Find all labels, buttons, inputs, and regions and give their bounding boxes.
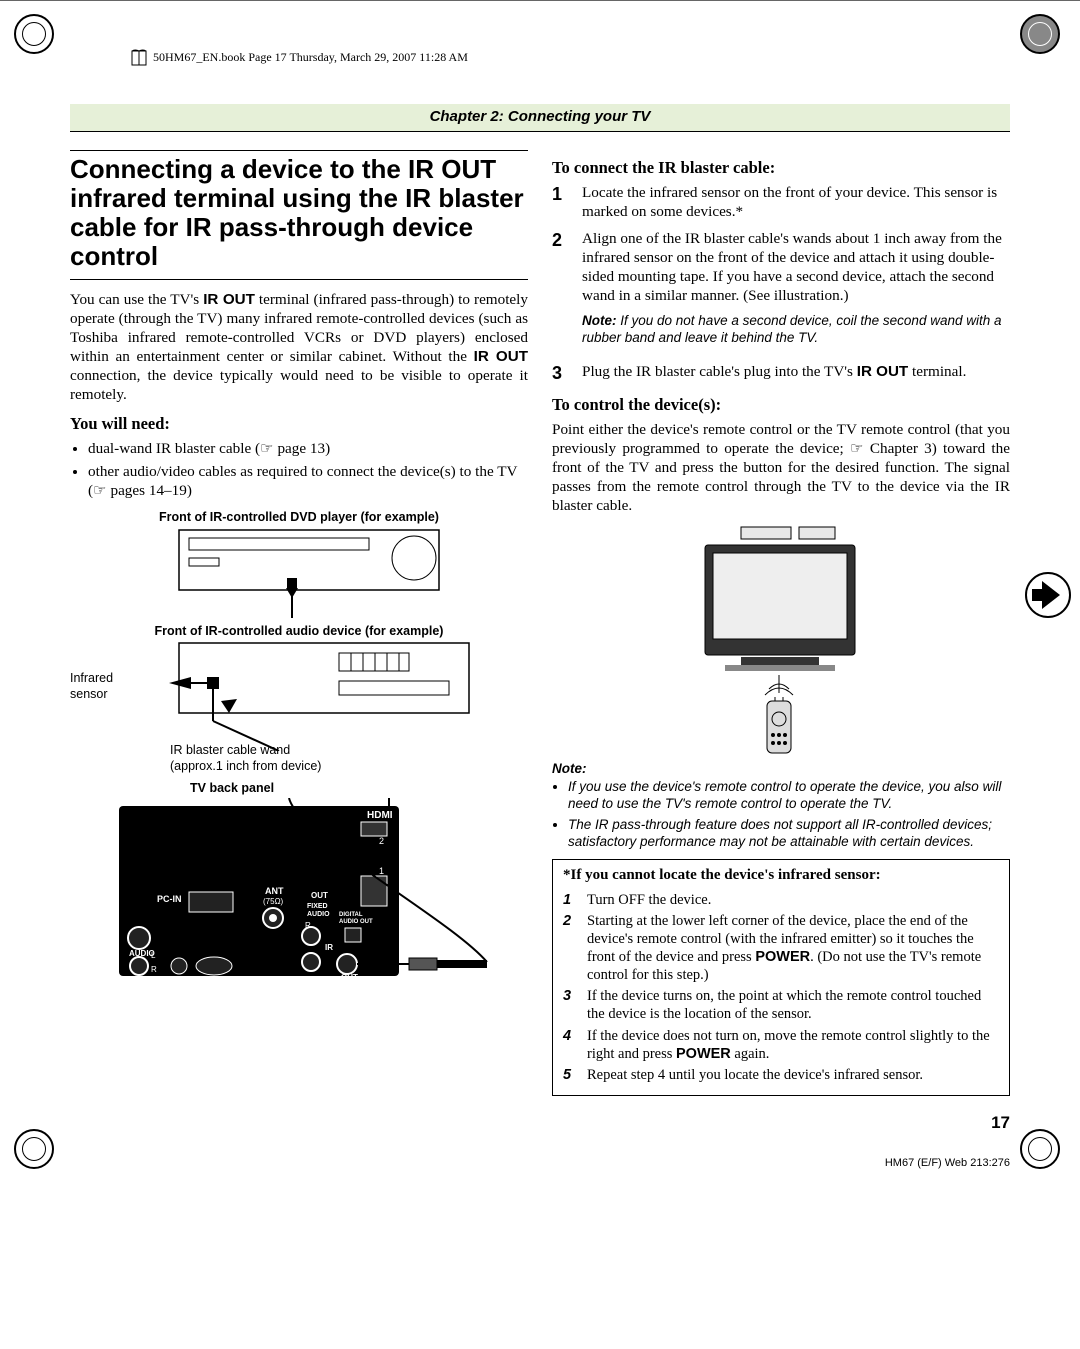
svg-text:FIXED: FIXED [307,903,328,910]
note-item: If you use the device's remote control t… [568,779,1010,813]
intro-paragraph: You can use the TV's IR OUT terminal (in… [70,290,528,404]
box-step: 3If the device turns on, the point at wh… [563,987,999,1023]
top-hairline [0,0,1080,1]
box-step: 4If the device does not turn on, move th… [563,1027,999,1063]
box-step: 1Turn OFF the device. [563,891,999,909]
svg-text:OUT: OUT [311,891,328,900]
svg-text:OUT: OUT [341,973,358,982]
section-title: Connecting a device to the IR OUT infrar… [70,150,528,280]
svg-text:2: 2 [379,836,384,846]
left-column: Connecting a device to the IR OUT infrar… [70,150,528,1133]
footer-identifier: HM67 (E/F) Web 213:276 [70,1157,1010,1169]
svg-text:(75Ω): (75Ω) [263,897,284,906]
you-will-need-head: You will need: [70,414,528,435]
svg-text:R: R [151,965,157,974]
svg-text:1: 1 [379,866,384,876]
connect-steps: 1Locate the infrared sensor on the front… [552,183,1010,385]
fig2-caption: Front of IR-controlled audio device (for… [70,624,528,640]
needs-list: dual-wand IR blaster cable (☞ page 13) o… [70,439,528,500]
header-path-text: 50HM67_EN.book Page 17 Thursday, March 2… [153,50,468,64]
box-step-text: If the device turns on, the point at whi… [587,987,999,1023]
control-paragraph: Point either the device's remote control… [552,420,1010,515]
box-step-text: If the device does not turn on, move the… [587,1027,999,1063]
fig1-caption: Front of IR-controlled DVD player (for e… [70,510,528,526]
list-item: dual-wand IR blaster cable (☞ page 13) [88,439,528,458]
box-step-text: Starting at the lower left corner of the… [587,912,999,985]
step-2: 2 Align one of the IR blaster cable's wa… [552,229,1010,355]
svg-text:DIGITAL: DIGITAL [339,912,363,918]
svg-text:AUDIO OUT: AUDIO OUT [339,919,373,925]
print-arrow-right [1024,571,1072,619]
fig3-caption: TV back panel [190,781,528,797]
page: 50HM67_EN.book Page 17 Thursday, March 2… [0,0,1080,1189]
control-head: To control the device(s): [552,395,1010,416]
svg-text:ANT: ANT [265,886,284,896]
svg-text:L: L [151,951,156,960]
note-section: Note: If you use the device's remote con… [552,761,1010,851]
intro-post: connection, the device typically would n… [70,367,528,403]
intro-pre: You can use the TV's [70,291,203,308]
crop-mark-top-left [14,14,60,60]
book-icon [130,48,150,68]
ir-out-label-1: IR OUT [203,291,255,308]
svg-text:PC-IN: PC-IN [157,894,182,904]
infrared-sensor-label: Infrared sensor [70,671,140,702]
step-text: Locate the infrared sensor on the front … [582,183,1010,221]
crop-mark-top-right [1020,14,1066,60]
step-text: Align one of the IR blaster cable's wand… [582,230,1002,304]
crop-mark-bottom-left [14,1129,60,1175]
page-number: 17 [552,1112,1010,1133]
step-3: 3 Plug the IR blaster cable's plug into … [552,362,1010,385]
step-1: 1Locate the infrared sensor on the front… [552,183,1010,221]
connect-head: To connect the IR blaster cable: [552,158,1010,179]
wand-label-2: (approx.1 inch from device) [170,759,528,775]
note-text: If you do not have a second device, coil… [582,313,1002,345]
box-step: 5Repeat step 4 until you locate the devi… [563,1066,999,1084]
box-step-text: Turn OFF the device. [587,891,711,909]
figure-audio-front: Infrared sensor [70,641,528,751]
svg-text:IR: IR [325,943,333,952]
svg-text:AUDIO: AUDIO [307,911,330,918]
chapter-band: Chapter 2: Connecting your TV [70,104,1010,132]
figure-dvd-front [70,528,528,618]
svg-text:R: R [305,921,311,930]
hdmi-label: HDMI [367,810,393,821]
header-file-path: 50HM67_EN.book Page 17 Thursday, March 2… [130,48,1010,68]
box-step: 2Starting at the lower left corner of th… [563,912,999,985]
right-column: To connect the IR blaster cable: 1Locate… [552,150,1010,1133]
crop-mark-bottom-right [1020,1129,1066,1175]
sensor-locate-box: *If you cannot locate the device's infra… [552,859,1010,1096]
ir-out-label-2: IR OUT [474,348,528,365]
note-item: The IR pass-through feature does not sup… [568,817,1010,851]
note-after-step2: Note: If you do not have a second device… [582,313,1010,347]
note-label: Note: [582,313,617,328]
figure-tv-remote [552,525,1010,755]
two-column-content: Connecting a device to the IR OUT infrar… [70,150,1010,1133]
box-step-text: Repeat step 4 until you locate the devic… [587,1066,923,1084]
box-head: *If you cannot locate the device's infra… [563,866,999,885]
note-label: Note: [552,761,1010,778]
figure-tv-back-panel: HDMI 2 1 PC-IN ANT (75Ω) OUT FIXED [70,798,528,988]
list-item: other audio/video cables as required to … [88,462,528,500]
step-text: Plug the IR blaster cable's plug into th… [582,362,966,385]
